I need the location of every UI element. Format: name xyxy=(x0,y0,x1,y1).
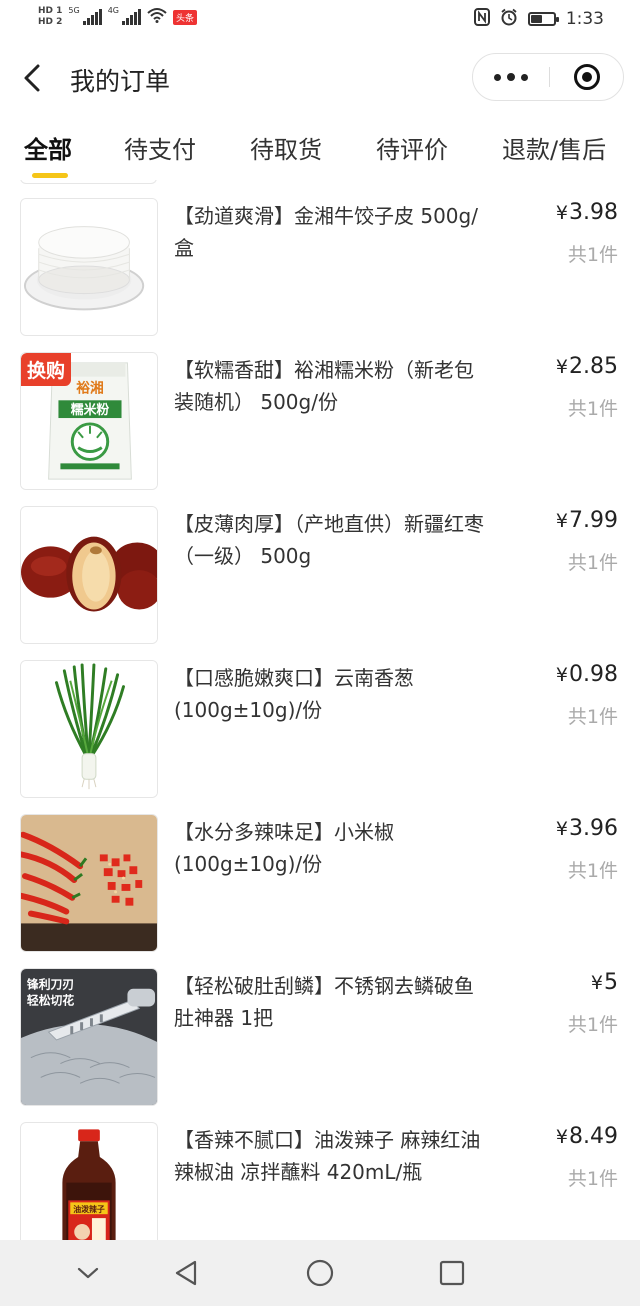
tab-pending-review[interactable]: 待评价 xyxy=(376,130,448,165)
signal-1-icon xyxy=(82,9,102,25)
product-image xyxy=(20,198,158,336)
recents-square-icon[interactable] xyxy=(412,1240,492,1306)
product-quantity: 共1件 xyxy=(567,1014,618,1036)
product-title: 【劲道爽滑】金湘牛饺子皮 500g/盒 xyxy=(174,204,478,260)
back-triangle-icon[interactable] xyxy=(146,1240,226,1306)
product-title: 【皮薄肉厚】（产地直供）新疆红枣（一级） 500g xyxy=(174,512,484,568)
mini-program-capsule xyxy=(472,53,624,101)
product-title: 【口感脆嫩爽口】云南香葱 (100g±10g)/份 xyxy=(174,666,414,722)
list-item[interactable]: 锋利刀刃 轻松切花 【轻松破肚刮鳞】不锈钢去鳞破鱼肚神器 1把 ¥5 共1件 xyxy=(0,968,640,1108)
previous-item-edge xyxy=(20,180,157,184)
toutiao-badge: 头条 xyxy=(173,9,198,25)
net2-label: 4G xyxy=(107,6,119,15)
product-price: ¥2.85 xyxy=(556,354,618,379)
target-close-icon[interactable] xyxy=(549,54,625,100)
price-value: 0.98 xyxy=(569,662,618,687)
wifi-icon xyxy=(147,7,167,27)
product-image xyxy=(20,660,158,798)
bag-product-text: 糯米粉 xyxy=(71,402,110,418)
more-dots-icon[interactable] xyxy=(473,54,549,100)
nfc-icon xyxy=(473,8,490,30)
product-image: 裕湘 糯米粉 换购 xyxy=(20,352,158,490)
chevron-down-icon[interactable] xyxy=(48,1240,128,1306)
product-price: ¥7.99 xyxy=(556,508,618,533)
currency-symbol: ¥ xyxy=(555,1126,569,1148)
price-value: 8.49 xyxy=(569,1124,618,1149)
product-title: 【水分多辣味足】小米椒 (100g±10g)/份 xyxy=(174,820,394,876)
list-item[interactable]: 裕湘 糯米粉 换购 【软糯香甜】裕湘糯米粉（新老包装随机） 500g/份 ¥2.… xyxy=(0,352,640,492)
product-title: 【软糯香甜】裕湘糯米粉（新老包装随机） 500g/份 xyxy=(174,358,474,414)
order-tabs: 全部 待支付 待取货 待评价 退款/售后 xyxy=(0,118,640,180)
currency-symbol: ¥ xyxy=(555,664,569,686)
alarm-icon xyxy=(500,8,518,30)
product-quantity: 共1件 xyxy=(567,860,618,882)
title-bar: 我的订单 xyxy=(0,44,640,114)
scaler-caption-1: 锋利刀刃 xyxy=(27,978,74,992)
product-title: 【香辣不腻口】油泼辣子 麻辣红油辣椒油 凉拌蘸料 420mL/瓶 xyxy=(174,1128,481,1184)
product-quantity: 共1件 xyxy=(567,398,618,420)
currency-symbol: ¥ xyxy=(555,356,569,378)
status-time: 1:33 xyxy=(565,9,604,29)
tab-pending-payment[interactable]: 待支付 xyxy=(124,130,196,165)
currency-symbol: ¥ xyxy=(555,818,569,840)
battery-icon xyxy=(527,12,559,26)
product-image xyxy=(20,814,158,952)
product-price: ¥3.98 xyxy=(556,200,618,225)
sim-indicator: HD 1 HD 2 xyxy=(38,6,62,28)
product-quantity: 共1件 xyxy=(567,1168,618,1190)
product-price: ¥0.98 xyxy=(556,662,618,687)
price-value: 7.99 xyxy=(569,508,618,533)
currency-symbol: ¥ xyxy=(590,972,603,994)
status-left: HD 1 HD 2 5G 4G 头条 xyxy=(38,6,198,28)
system-nav-bar xyxy=(0,1240,640,1306)
product-image: 锋利刀刃 轻松切花 xyxy=(20,968,158,1106)
status-right: 1:33 xyxy=(473,8,604,30)
price-value: 3.98 xyxy=(569,200,618,225)
list-item[interactable]: 【水分多辣味足】小米椒 (100g±10g)/份 ¥3.96 共1件 xyxy=(0,814,640,954)
list-item[interactable]: 油泼辣子 【香辣不腻口】油泼辣子 麻辣红油辣椒油 凉拌蘸料 420mL/瓶 ¥8… xyxy=(0,1122,640,1240)
product-quantity: 共1件 xyxy=(567,244,618,266)
page-title: 我的订单 xyxy=(70,67,171,96)
price-value: 2.85 xyxy=(569,354,618,379)
net1-label: 5G xyxy=(68,6,80,15)
price-value: 3.96 xyxy=(569,816,618,841)
tab-refund-aftersale[interactable]: 退款/售后 xyxy=(502,130,606,165)
chevron-left-icon[interactable] xyxy=(20,58,52,98)
signal-2-icon xyxy=(122,9,141,25)
currency-symbol: ¥ xyxy=(555,510,569,532)
active-tab-indicator xyxy=(32,173,68,178)
price-value: 5 xyxy=(604,970,618,995)
product-image xyxy=(20,506,158,644)
scaler-caption-2: 轻松切花 xyxy=(27,993,74,1007)
hd2-label: HD 2 xyxy=(38,17,63,27)
tab-pending-pickup[interactable]: 待取货 xyxy=(250,130,322,165)
product-quantity: 共1件 xyxy=(567,706,618,728)
product-quantity: 共1件 xyxy=(567,552,618,574)
product-price: ¥5 xyxy=(591,970,618,995)
list-item[interactable]: 【劲道爽滑】金湘牛饺子皮 500g/盒 ¥3.98 共1件 xyxy=(0,198,640,338)
product-image: 油泼辣子 xyxy=(20,1122,158,1240)
order-item-list: 【劲道爽滑】金湘牛饺子皮 500g/盒 ¥3.98 共1件 裕湘 糯米粉 换购 … xyxy=(0,180,640,1240)
currency-symbol: ¥ xyxy=(555,202,569,224)
product-price: ¥3.96 xyxy=(556,816,618,841)
list-item[interactable]: 【口感脆嫩爽口】云南香葱 (100g±10g)/份 ¥0.98 共1件 xyxy=(0,660,640,800)
tab-all[interactable]: 全部 xyxy=(24,130,72,165)
product-price: ¥8.49 xyxy=(556,1124,618,1149)
product-title: 【轻松破肚刮鳞】不锈钢去鳞破鱼肚神器 1把 xyxy=(174,974,474,1030)
bottle-label-text: 油泼辣子 xyxy=(73,1204,105,1214)
status-bar: HD 1 HD 2 5G 4G 头条 1:33 xyxy=(0,0,640,44)
hd1-label: HD 1 xyxy=(38,6,63,16)
exchange-badge: 换购 xyxy=(21,353,72,386)
list-item[interactable]: 【皮薄肉厚】（产地直供）新疆红枣（一级） 500g ¥7.99 共1件 xyxy=(0,506,640,646)
bag-brand-text: 裕湘 xyxy=(75,379,104,396)
home-circle-icon[interactable] xyxy=(280,1240,360,1306)
